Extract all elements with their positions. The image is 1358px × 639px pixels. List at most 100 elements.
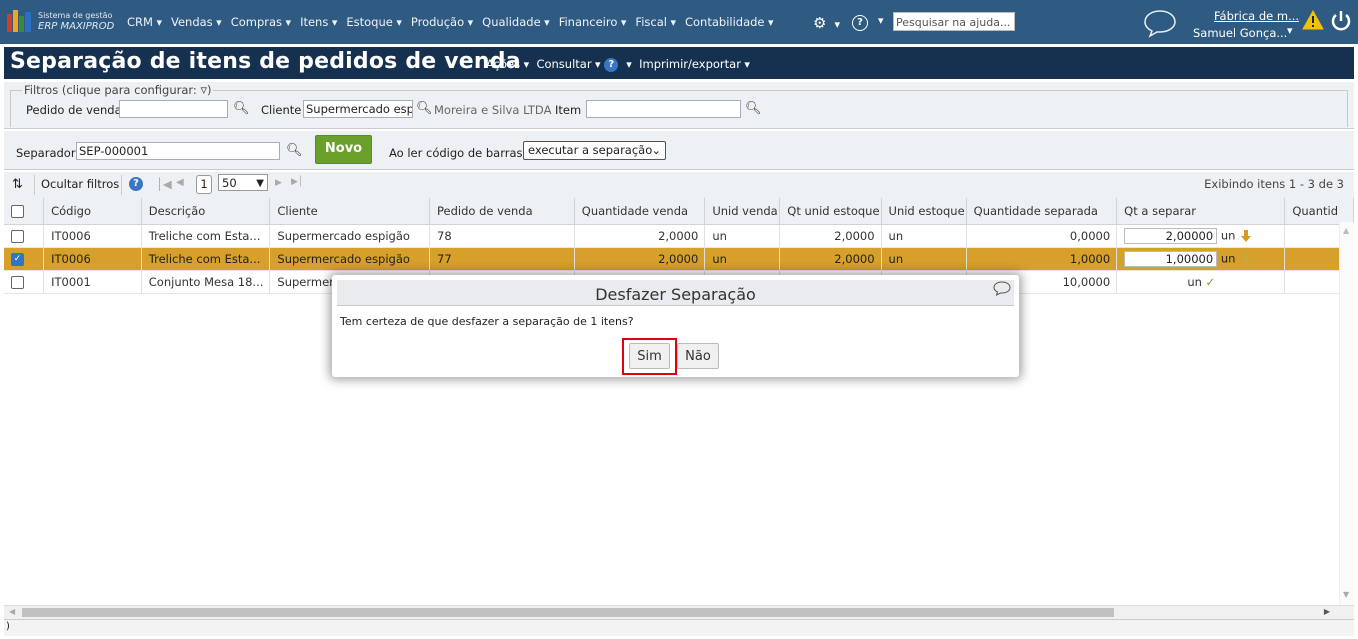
col-qt-a-separar[interactable]: Qt a separar	[1116, 198, 1286, 225]
help-search-input[interactable]: Pesquisar na ajuda...	[893, 12, 1015, 31]
scroll-right-icon[interactable]: ▶	[1324, 607, 1330, 616]
pedido-venda-input[interactable]	[119, 100, 228, 118]
maxiprod-logo[interactable]	[7, 10, 33, 34]
menu-producao[interactable]: Produção	[411, 15, 473, 29]
dialog-message: Tem certeza de que desfazer a separação …	[340, 315, 634, 328]
company-link[interactable]: Fábrica de m...	[1214, 9, 1299, 23]
menu-contabilidade[interactable]: Contabilidade	[685, 15, 774, 29]
menu-compras[interactable]: Compras	[231, 15, 291, 29]
select-all-header[interactable]	[4, 198, 45, 225]
cell-qt-a-separar: un ✓	[1116, 270, 1286, 294]
item-search-icon[interactable]: 🔍︎	[745, 101, 762, 116]
grid-help-icon[interactable]: ?	[129, 177, 143, 191]
menu-fiscal[interactable]: Fiscal	[635, 15, 676, 29]
horizontal-scrollbar[interactable]: ◀ ▶	[4, 605, 1354, 619]
user-name[interactable]: Samuel Gonça...	[1193, 26, 1287, 40]
filters-legend[interactable]: Filtros (clique para configurar: ▿)	[22, 83, 214, 98]
vertical-scrollbar[interactable]: ▲ ▼	[1339, 222, 1354, 605]
cliente-search-icon[interactable]: 🔍︎	[416, 101, 433, 116]
brand-line-2: ERP MAXIPROD	[38, 21, 115, 32]
settings-gear-icon[interactable]: ⚙ ▾	[813, 14, 840, 32]
separate-arrow-icon[interactable]	[1241, 253, 1252, 265]
col-descricao[interactable]: Descrição	[141, 198, 271, 225]
table-row-selected[interactable]: ✓ IT0006 Treliche com Esta... Supermerca…	[4, 247, 1354, 271]
col-quantid[interactable]: Quantid	[1284, 198, 1354, 225]
dialog-comment-icon[interactable]	[993, 281, 1011, 299]
menu-crm[interactable]: CRM	[127, 15, 162, 29]
qt-unit: un	[1220, 228, 1236, 243]
col-unid-venda[interactable]: Unid venda	[704, 198, 781, 225]
cell-pedido: 78	[429, 224, 575, 248]
pedido-search-icon[interactable]: 🔍︎	[233, 101, 250, 116]
cliente-input[interactable]: Supermercado espigão	[303, 100, 413, 118]
power-icon[interactable]	[1330, 9, 1352, 36]
select-all-checkbox[interactable]	[11, 205, 24, 218]
menu-imprimir-exportar[interactable]: Imprimir/exportar	[639, 57, 750, 71]
select-chevron-icon: ⌄	[651, 143, 661, 157]
menu-qualidade[interactable]: Qualidade	[482, 15, 550, 29]
row-checkbox-cell[interactable]	[4, 270, 45, 294]
horizontal-scroll-thumb[interactable]	[22, 608, 1114, 617]
qt-unit: un	[1187, 275, 1202, 289]
row-checkbox[interactable]	[11, 230, 24, 243]
scroll-down-icon[interactable]: ▼	[1343, 590, 1349, 599]
row-checkbox-checked[interactable]: ✓	[11, 253, 24, 266]
help-icon[interactable]: ?	[852, 15, 868, 31]
prev-page-icon[interactable]: ◀	[176, 177, 184, 188]
next-page-icon[interactable]: ▶	[275, 178, 282, 188]
filters-panel: Filtros (clique para configurar: ▿) Pedi…	[4, 82, 1354, 129]
menu-financeiro[interactable]: Financeiro	[559, 15, 627, 29]
qt-separar-input[interactable]: 2,00000	[1124, 228, 1218, 244]
hide-filters-button[interactable]: Ocultar filtros	[41, 177, 119, 191]
row-checkbox-cell[interactable]	[4, 224, 45, 248]
cell-pedido: 77	[429, 247, 575, 271]
col-codigo[interactable]: Código	[43, 198, 142, 225]
main-menu: CRM Vendas Compras Itens Estoque Produção Qual…	[127, 15, 783, 29]
menu-itens[interactable]: Itens	[300, 15, 337, 29]
page-size-select[interactable]: 50 ▼	[218, 174, 268, 191]
help-caret-icon[interactable]: ▾	[878, 14, 884, 27]
row-checkbox-cell[interactable]: ✓	[4, 247, 45, 271]
cell-qt-unid-estoque: 2,0000	[779, 224, 882, 248]
menu-consultar[interactable]: Consultar	[536, 57, 600, 71]
col-pedido-venda[interactable]: Pedido de venda	[429, 198, 575, 225]
scroll-up-icon[interactable]: ▲	[1343, 226, 1349, 235]
barcode-action-select[interactable]: executar a separação ⌄	[523, 141, 666, 160]
row-checkbox[interactable]	[11, 276, 24, 289]
table-row[interactable]: IT0006 Treliche com Esta... Supermercado…	[4, 224, 1354, 248]
page-help-icon[interactable]: ?	[604, 57, 619, 72]
menu-acoes[interactable]: Ações	[486, 57, 529, 71]
cell-qtd-venda: 2,0000	[574, 224, 706, 248]
pedido-venda-label: Pedido de venda	[26, 103, 122, 117]
page-title-bar: Separação de itens de pedidos de venda A…	[4, 47, 1354, 79]
scroll-left-icon[interactable]: ◀	[9, 607, 15, 616]
menu-estoque[interactable]: Estoque	[346, 15, 402, 29]
showing-items: Exibindo itens 1 - 3 de 3	[1204, 177, 1344, 191]
col-quantidade-separada[interactable]: Quantidade separada	[966, 198, 1118, 225]
no-button[interactable]: Não	[677, 343, 719, 369]
novo-button[interactable]: Novo	[315, 135, 372, 164]
top-navigation-bar: Sistema de gestão ERP MAXIPROD CRM Vendas…	[0, 0, 1358, 44]
qt-separar-input[interactable]: 1,00000	[1124, 251, 1218, 267]
filter-funnel-icon[interactable]: ▿	[200, 83, 207, 98]
col-quantidade-venda[interactable]: Quantidade venda	[574, 198, 706, 225]
user-caret-icon[interactable]: ▾	[1287, 24, 1293, 37]
col-qt-unid-estoque[interactable]: Qt unid estoque	[779, 198, 882, 225]
last-page-icon[interactable]: ▶│	[291, 177, 303, 187]
cliente-name: Moreira e Silva LTDA	[434, 103, 552, 117]
first-page-icon[interactable]: │◀	[156, 177, 172, 191]
col-unid-estoque[interactable]: Unid estoque	[881, 198, 967, 225]
refresh-icon[interactable]: ⇅	[12, 177, 23, 192]
current-page[interactable]: 1	[196, 175, 212, 194]
items-grid: Código Descrição Cliente Pedido de venda…	[4, 198, 1354, 605]
cell-qt-unid-estoque: 2,0000	[779, 247, 882, 271]
menu-vendas[interactable]: Vendas	[171, 15, 222, 29]
separate-arrow-icon[interactable]	[1241, 230, 1252, 242]
page-help-caret-icon[interactable]: ▾	[626, 58, 632, 71]
chat-bubble-icon[interactable]	[1143, 8, 1177, 41]
col-cliente[interactable]: Cliente	[269, 198, 430, 225]
separador-input[interactable]: SEP-000001	[76, 142, 280, 160]
separador-search-icon[interactable]: 🔍︎	[286, 143, 303, 158]
warning-icon[interactable]	[1302, 9, 1324, 33]
item-input[interactable]	[586, 100, 741, 118]
